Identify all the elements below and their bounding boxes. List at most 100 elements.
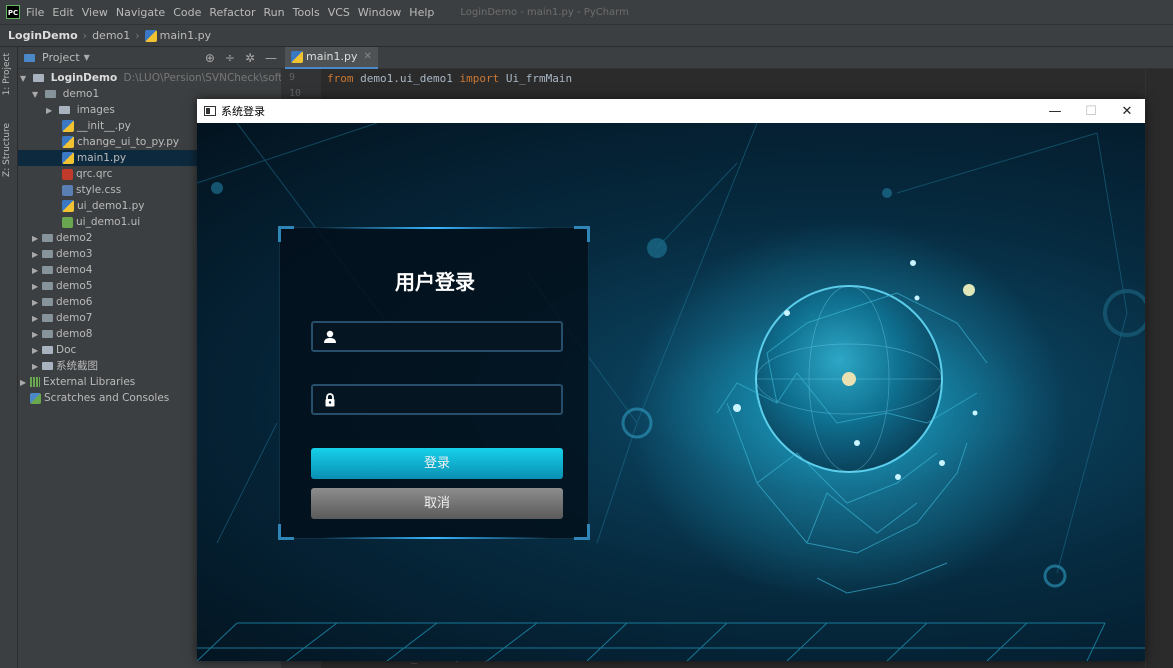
collapse-icon[interactable]: ÷ — [225, 51, 235, 65]
tree-item-label: demo1 — [62, 88, 100, 100]
tree-folder-label: demo8 — [56, 328, 93, 340]
close-icon[interactable]: ✕ — [1109, 104, 1145, 119]
menu-tools[interactable]: Tools — [293, 6, 320, 19]
corner-decoration — [574, 226, 590, 242]
chevron-right-icon: › — [135, 29, 140, 42]
tree-file-label: main1.py — [77, 152, 127, 164]
tab-project[interactable]: 1: Project — [2, 53, 12, 95]
python-file-icon — [62, 136, 74, 148]
tree-file-label: change_ui_to_py.py — [77, 136, 180, 148]
tree-folder-label: demo4 — [56, 264, 93, 276]
collapse-arrow-icon[interactable]: ▶ — [32, 359, 42, 375]
dialog-background: 用户登录 登录 取消 — [197, 123, 1145, 661]
collapse-arrow-icon[interactable]: ▶ — [32, 295, 42, 311]
ui-file-icon — [62, 216, 73, 228]
folder-icon — [42, 282, 53, 290]
folder-icon — [42, 346, 53, 354]
breadcrumb-folder[interactable]: demo1 — [92, 29, 130, 42]
code-keyword: import — [459, 72, 500, 85]
menu-run[interactable]: Run — [264, 6, 285, 19]
login-panel: 用户登录 登录 取消 — [278, 226, 590, 540]
collapse-arrow-icon[interactable]: ▶ — [20, 375, 30, 391]
collapse-arrow-icon[interactable]: ▶ — [32, 247, 42, 263]
tree-folder-label: demo6 — [56, 296, 93, 308]
user-icon — [324, 330, 336, 343]
chevron-down-icon[interactable]: ▼ — [84, 53, 90, 62]
collapse-arrow-icon[interactable]: ▶ — [32, 279, 42, 295]
breadcrumb-project[interactable]: LoginDemo — [8, 29, 78, 42]
project-view-selector[interactable]: Project — [42, 51, 80, 64]
hide-icon[interactable]: — — [265, 51, 277, 65]
window-title: LoginDemo - main1.py - PyCharm — [460, 6, 629, 18]
minimize-icon[interactable]: — — [1037, 104, 1073, 119]
folder-icon — [59, 106, 71, 114]
menu-code[interactable]: Code — [173, 6, 201, 19]
menubar: PC File Edit View Navigate Code Refactor… — [0, 0, 1173, 25]
collapse-arrow-icon[interactable]: ▶ — [32, 311, 42, 327]
qrc-file-icon — [62, 168, 73, 180]
pycharm-logo: PC — [6, 5, 20, 19]
tree-folder-label: 系统截图 — [56, 360, 98, 372]
expand-arrow-icon[interactable]: ▼ — [20, 71, 30, 87]
tree-folder-label: demo2 — [56, 232, 93, 244]
editor-right-bar — [1145, 69, 1173, 668]
menu-vcs[interactable]: VCS — [328, 6, 350, 19]
collapse-arrow-icon[interactable]: ▶ — [32, 343, 42, 359]
menu-edit[interactable]: Edit — [52, 6, 73, 19]
python-file-icon — [144, 29, 157, 42]
dialog-titlebar[interactable]: 系统登录 — ☐ ✕ — [197, 99, 1145, 123]
dialog-title: 系统登录 — [221, 105, 265, 118]
editor-tab-label: main1.py — [306, 50, 358, 63]
folder-icon — [42, 330, 53, 338]
folder-icon — [42, 314, 53, 322]
tree-root-name: LoginDemo — [50, 72, 118, 84]
scratches-icon — [30, 392, 41, 404]
python-file-icon — [62, 152, 74, 164]
cancel-button[interactable]: 取消 — [311, 488, 563, 519]
gear-icon[interactable]: ✲ — [245, 51, 255, 65]
folder-icon — [42, 266, 53, 274]
menu-refactor[interactable]: Refactor — [209, 6, 255, 19]
maximize-icon[interactable]: ☐ — [1073, 104, 1109, 119]
collapse-arrow-icon[interactable]: ▶ — [32, 263, 42, 279]
close-icon[interactable]: ✕ — [363, 51, 371, 62]
collapse-arrow-icon[interactable]: ▶ — [46, 103, 56, 119]
glow-line — [320, 227, 550, 229]
code-identifier: Ui_frmMain — [499, 72, 573, 85]
password-field[interactable] — [311, 384, 563, 415]
editor-tab[interactable]: main1.py ✕ — [285, 46, 378, 69]
collapse-arrow-icon[interactable]: ▶ — [32, 231, 42, 247]
tab-structure[interactable]: Z: Structure — [2, 123, 12, 177]
css-file-icon — [62, 184, 73, 196]
tree-label: Scratches and Consoles — [44, 392, 170, 404]
tree-folder-label: demo5 — [56, 280, 93, 292]
menu-file[interactable]: File — [26, 6, 44, 19]
window-icon — [204, 106, 216, 116]
line-number: 10 — [289, 88, 302, 99]
folder-icon — [33, 74, 45, 82]
breadcrumb: LoginDemo › demo1 › main1.py — [0, 25, 1173, 47]
code-keyword: from — [327, 72, 354, 85]
tool-window-strip: 1: Project Z: Structure — [0, 47, 18, 668]
project-view-icon — [24, 53, 35, 62]
collapse-arrow-icon[interactable]: ▶ — [32, 327, 42, 343]
menu-help[interactable]: Help — [409, 6, 434, 19]
locate-icon[interactable]: ⊕ — [205, 51, 215, 65]
menu-navigate[interactable]: Navigate — [116, 6, 165, 19]
login-button[interactable]: 登录 — [311, 448, 563, 479]
folder-icon — [42, 250, 53, 258]
breadcrumb-file[interactable]: main1.py — [160, 29, 211, 42]
project-panel-header: Project ▼ ⊕ ÷ ✲ — — [18, 47, 281, 69]
tree-file-label: ui_demo1.py — [77, 200, 145, 212]
python-file-icon — [62, 120, 74, 132]
tree-file-label: ui_demo1.ui — [76, 216, 141, 228]
python-file-icon — [62, 200, 74, 212]
tree-root[interactable]: ▼ LoginDemo D:\LUO\Persion\SVNCheck\soft… — [18, 70, 311, 87]
code-line[interactable]: from demo1.ui_demo1 import Ui_frmMain — [327, 72, 572, 85]
menu-window[interactable]: Window — [358, 6, 401, 19]
expand-arrow-icon[interactable]: ▼ — [32, 87, 42, 103]
username-field[interactable] — [311, 321, 563, 352]
glow-line — [320, 537, 550, 539]
lock-icon — [325, 393, 335, 407]
menu-view[interactable]: View — [82, 6, 108, 19]
